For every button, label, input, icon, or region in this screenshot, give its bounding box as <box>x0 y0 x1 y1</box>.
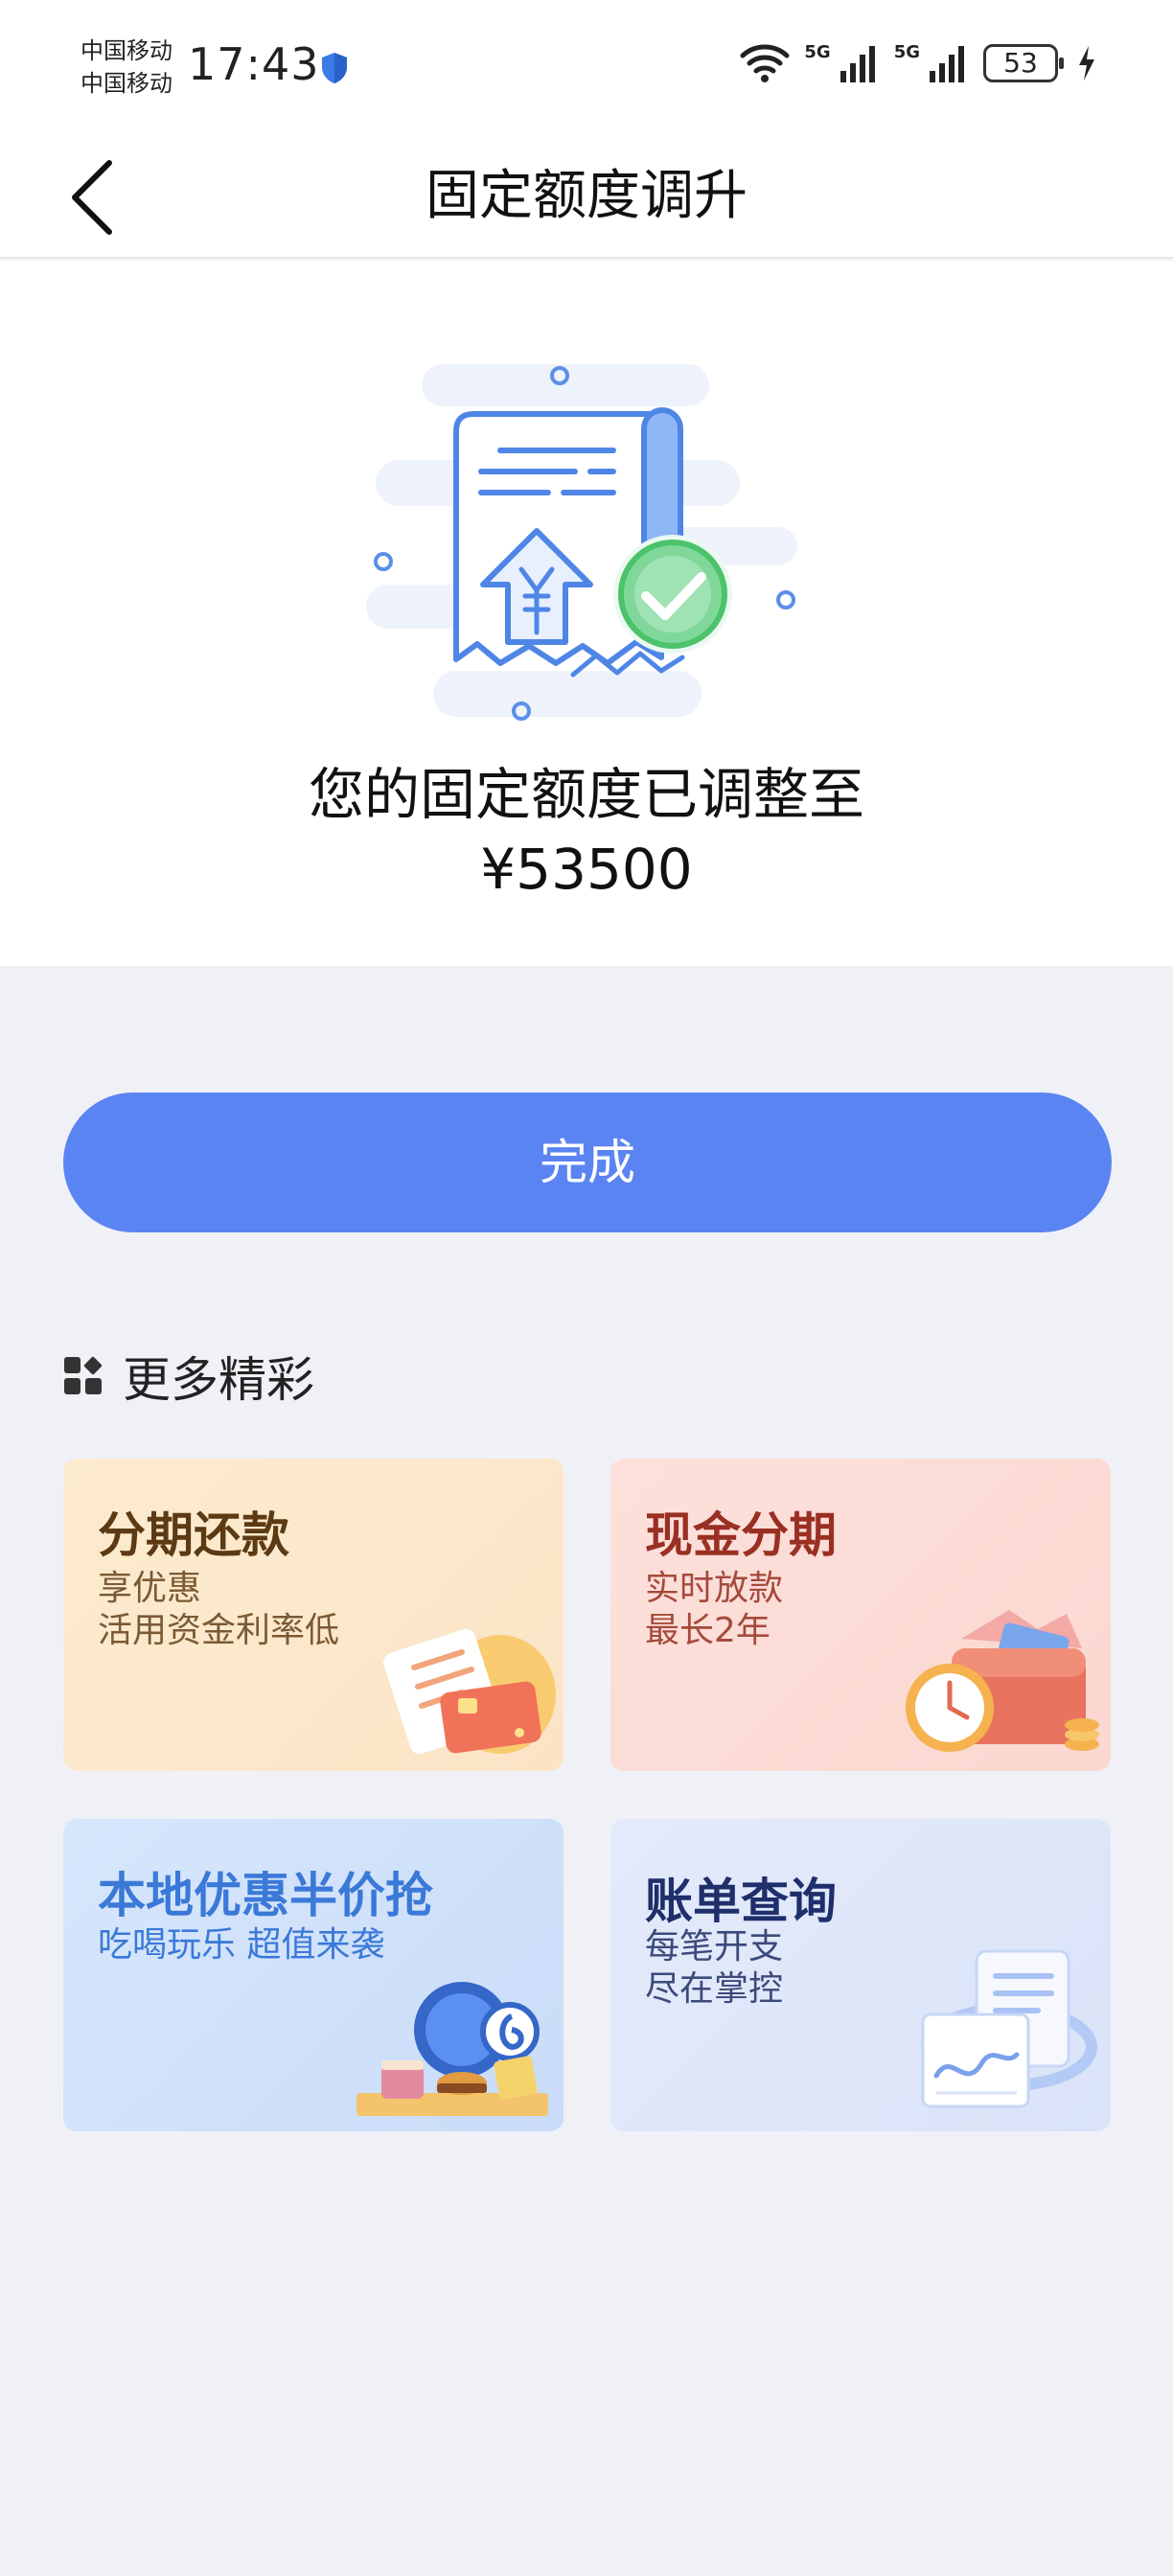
network-type-1: 5G <box>804 42 831 62</box>
wifi-icon <box>740 44 790 82</box>
status-bar: 中国移动 中国移动 17:43 5G 5G 53 <box>0 0 1173 134</box>
signal-icon-2 <box>930 46 964 82</box>
nav-bar: 固定额度调升 <box>0 134 1173 259</box>
card-title: 现金分期 <box>645 1507 837 1563</box>
card-subtitle: 享优惠 活用资金利率低 <box>98 1568 339 1652</box>
battery-indicator: 53 <box>983 44 1064 82</box>
more-section-header: 更多精彩 <box>63 1342 314 1411</box>
card-subtitle-line: 尽在掌控 <box>645 1969 784 2009</box>
card-subtitle: 吃喝玩乐 超值来袭 <box>98 1925 385 1965</box>
more-section-title: 更多精彩 <box>123 1352 314 1408</box>
bill-chart-icon <box>921 1949 1097 2108</box>
card-subtitle-line: 实时放款 <box>645 1569 784 1608</box>
clock: 17:43 <box>188 38 320 90</box>
card-subtitle-line: 每笔开支 <box>645 1927 784 1966</box>
done-button[interactable]: 完成 <box>63 1092 1112 1232</box>
food-deals-icon <box>356 1982 548 2116</box>
result-panel: 您的固定额度已调整至 ¥53500 <box>0 261 1173 966</box>
result-message: 您的固定额度已调整至 ¥53500 <box>0 757 1173 907</box>
grid-apps-icon <box>64 1356 103 1394</box>
network-type-2: 5G <box>893 42 920 62</box>
page-title: 固定额度调升 <box>426 165 748 227</box>
new-credit-amount: ¥53500 <box>480 837 693 902</box>
result-line: 您的固定额度已调整至 <box>308 762 864 827</box>
signal-icon-1 <box>840 46 875 82</box>
card-subtitle-line: 最长2年 <box>645 1611 770 1650</box>
wallet-clock-icon <box>906 1610 1099 1752</box>
carrier-info: 中国移动 中国移动 <box>80 34 172 100</box>
card-bill-query[interactable]: 账单查询 每笔开支 尽在掌控 <box>610 1819 1111 2131</box>
card-installment-repayment[interactable]: 分期还款 享优惠 活用资金利率低 <box>63 1459 564 1771</box>
card-subtitle: 实时放款 最长2年 <box>645 1568 783 1652</box>
card-title: 账单查询 <box>645 1874 837 1929</box>
card-subtitle-line: 享优惠 <box>98 1569 202 1608</box>
card-title: 分期还款 <box>98 1507 289 1563</box>
card-local-deals[interactable]: 本地优惠半价抢 吃喝玩乐 超值来袭 <box>63 1819 564 2131</box>
charging-icon <box>1079 46 1094 80</box>
card-subtitle-line: 活用资金利率低 <box>98 1611 340 1650</box>
card-title: 本地优惠半价抢 <box>98 1868 433 1923</box>
card-cash-installment[interactable]: 现金分期 实时放款 最长2年 <box>610 1459 1111 1771</box>
shield-icon <box>322 53 347 83</box>
credit-limit-success-illustration <box>366 364 797 721</box>
credit-card-bill-icon <box>383 1628 556 1755</box>
card-subtitle: 每笔开支 尽在掌控 <box>645 1926 783 2011</box>
carrier-2: 中国移动 <box>80 70 172 97</box>
carrier-1: 中国移动 <box>80 37 172 64</box>
